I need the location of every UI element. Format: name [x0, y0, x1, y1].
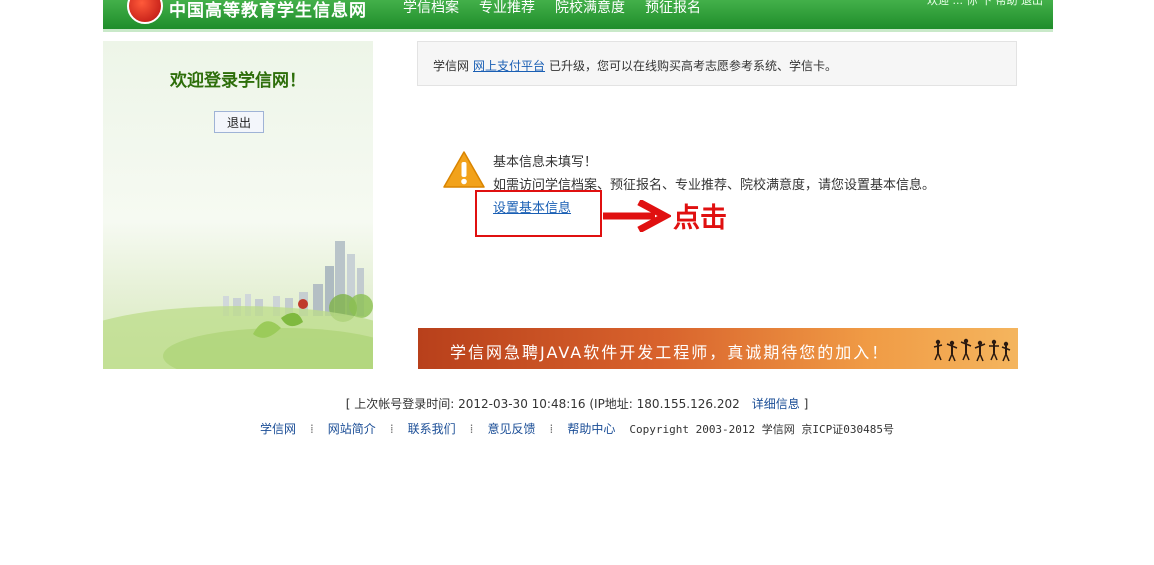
- footer-separator: ⁞: [389, 422, 394, 436]
- footer-link-home[interactable]: 学信网: [260, 422, 296, 436]
- warning-title: 基本信息未填写！: [493, 155, 598, 170]
- last-login-text: [ 上次帐号登录时间: 2012-03-30 10:48:16 (IP地址: 1…: [345, 397, 740, 411]
- upgrade-notice: 学信网 网上支付平台 已升级，您可以在线购买高考志愿参考系统、学信卡。: [417, 41, 1017, 86]
- main-nav: 学信档案 专业推荐 院校满意度 预征报名: [403, 0, 701, 17]
- top-header: 中国高等教育学生信息网 学信档案 专业推荐 院校满意度 预征报名 欢迎 ... …: [103, 0, 1053, 32]
- highlight-box: [475, 190, 602, 237]
- footer-link-about[interactable]: 网站简介: [328, 422, 376, 436]
- copyright-text: Copyright 2003-2012 学信网 京ICP证030485号: [629, 423, 895, 436]
- nav-item-archive[interactable]: 学信档案: [403, 0, 459, 17]
- footer-link-help[interactable]: 帮助中心: [567, 422, 615, 436]
- city-scenery-illustration: [103, 241, 373, 369]
- red-arrow-icon: [603, 200, 671, 232]
- footer-links: 学信网 ⁞ 网站简介 ⁞ 联系我们 ⁞ 意见反馈 ⁞ 帮助中心 Copyright 2003-20…: [0, 420, 1154, 437]
- footer-separator: ⁞: [309, 422, 314, 436]
- footer-separator: ⁞: [549, 422, 554, 436]
- nav-item-school-satisfaction[interactable]: 院校满意度: [555, 0, 625, 17]
- login-side-panel: 欢迎登录学信网！ 退出: [103, 41, 373, 369]
- welcome-heading: 欢迎登录学信网！: [170, 71, 306, 91]
- nav-item-major-recommend[interactable]: 专业推荐: [479, 0, 535, 17]
- logout-button[interactable]: 退出: [214, 111, 264, 133]
- nav-item-conscription[interactable]: 预征报名: [645, 0, 701, 17]
- notice-prefix: 学信网: [433, 59, 470, 73]
- header-user-links[interactable]: 欢迎 ... 你 下 帮助 退出: [927, 0, 1043, 8]
- footer-separator: ⁞: [469, 422, 474, 436]
- warning-triangle-icon: [443, 151, 485, 188]
- login-details-link[interactable]: 详细信息: [752, 397, 800, 411]
- banner-text: 学信网急聘JAVA软件开发工程师，真诚期待您的加入！: [450, 343, 890, 362]
- dancing-people-icon: [933, 338, 1011, 362]
- site-logo-icon: [127, 0, 163, 24]
- site-title: 中国高等教育学生信息网: [169, 1, 367, 21]
- click-annotation: 点击: [673, 203, 727, 234]
- payment-platform-link[interactable]: 网上支付平台: [473, 59, 545, 73]
- recruitment-banner[interactable]: 学信网急聘JAVA软件开发工程师，真诚期待您的加入！: [418, 328, 1018, 369]
- last-login-info: [ 上次帐号登录时间: 2012-03-30 10:48:16 (IP地址: 1…: [0, 395, 1154, 412]
- footer-link-feedback[interactable]: 意见反馈: [487, 422, 535, 436]
- footer-link-contact[interactable]: 联系我们: [408, 422, 456, 436]
- notice-suffix: 已升级，您可以在线购买高考志愿参考系统、学信卡。: [549, 59, 838, 73]
- last-login-end: ]: [803, 397, 809, 411]
